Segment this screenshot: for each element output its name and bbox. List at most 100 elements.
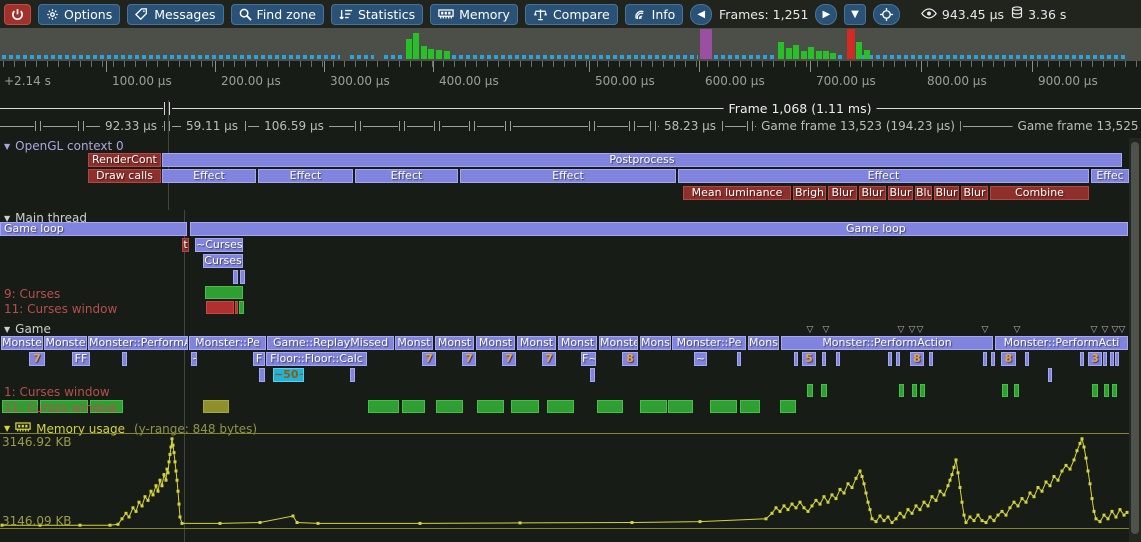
zone-monst[interactable]: Monst bbox=[395, 336, 433, 350]
zone-draw-calls[interactable]: Draw calls bbox=[88, 169, 161, 183]
message-marker-icon[interactable]: ▽ bbox=[1014, 326, 1021, 335]
lock-bar[interactable] bbox=[477, 400, 504, 413]
message-marker-icon[interactable]: ▽ bbox=[1091, 326, 1098, 335]
next-frame-button[interactable]: ▶ bbox=[815, 4, 837, 25]
zone-5[interactable]: 5 bbox=[802, 352, 816, 366]
scrollbar[interactable] bbox=[1129, 138, 1141, 542]
lock-bar[interactable] bbox=[1112, 384, 1117, 397]
lock-bar[interactable] bbox=[40, 400, 88, 413]
zone-3[interactable]: 3 bbox=[1088, 352, 1102, 366]
statistics-button[interactable]: Statistics bbox=[331, 4, 423, 25]
zone-brigh[interactable]: Brigh bbox=[793, 186, 826, 200]
zone-monste[interactable]: Monste bbox=[1, 336, 43, 350]
lock-bar[interactable] bbox=[1014, 384, 1019, 397]
zone-sliver[interactable] bbox=[122, 352, 127, 366]
gpu-section-header[interactable]: ▼ OpenGL context 0 bbox=[4, 139, 124, 153]
zone-curses[interactable]: ~Curses bbox=[195, 238, 243, 252]
message-marker-icon[interactable]: ▽ bbox=[917, 326, 924, 335]
compare-button[interactable]: Compare bbox=[525, 4, 618, 25]
lock-bar[interactable] bbox=[740, 400, 760, 413]
messages-button[interactable]: Messages bbox=[127, 4, 223, 25]
zone-monst[interactable]: Monst bbox=[517, 336, 556, 350]
lock-bar[interactable] bbox=[239, 301, 244, 314]
message-marker-icon[interactable]: ▽ bbox=[1112, 326, 1119, 335]
zone-combine[interactable]: Combine bbox=[990, 186, 1089, 200]
lock-bar[interactable] bbox=[668, 400, 693, 413]
lock-bar[interactable] bbox=[899, 384, 904, 397]
subframe-band[interactable]: 92.33 µs59.11 µs106.59 µs58.23 µsGame fr… bbox=[0, 117, 1141, 136]
message-marker-icon[interactable]: ▽ bbox=[909, 326, 916, 335]
zone-sliver[interactable] bbox=[259, 368, 265, 382]
lock-bar[interactable] bbox=[547, 400, 574, 413]
zone-sliver[interactable] bbox=[822, 352, 826, 366]
zone-[interactable]: ~ bbox=[694, 352, 707, 366]
frame-band[interactable]: Frame 1,068 (1.11 ms) bbox=[0, 100, 1141, 117]
zone-7[interactable]: 7 bbox=[422, 352, 436, 366]
zone-postprocess[interactable]: Postprocess bbox=[162, 153, 1122, 167]
zone-sliver[interactable] bbox=[1025, 352, 1029, 366]
zone-effec[interactable]: Effec bbox=[1091, 169, 1129, 183]
lock-bar[interactable] bbox=[640, 400, 667, 413]
zone-mons[interactable]: Mons bbox=[640, 336, 671, 350]
zone-8[interactable]: 8 bbox=[622, 352, 638, 366]
zone-blur[interactable]: Blur bbox=[915, 186, 932, 200]
zone-mons[interactable]: Mons bbox=[748, 336, 779, 350]
zone-monster-performa[interactable]: Monster::PerformA bbox=[88, 336, 188, 350]
zone-game-replaymissed[interactable]: Game::ReplayMissed bbox=[267, 336, 394, 350]
zone-sliver[interactable] bbox=[1103, 352, 1107, 366]
lock-bar[interactable] bbox=[1092, 384, 1098, 397]
message-marker-icon[interactable]: ▽ bbox=[898, 326, 905, 335]
lock-bar[interactable] bbox=[368, 400, 399, 413]
zone-sliver[interactable] bbox=[1110, 352, 1114, 366]
message-marker-icon[interactable]: ▽ bbox=[1119, 326, 1126, 335]
zone-t[interactable]: t bbox=[182, 238, 189, 252]
lock-bar[interactable] bbox=[402, 400, 425, 413]
zone-sliver[interactable] bbox=[590, 368, 595, 382]
zone-sliver[interactable] bbox=[240, 270, 245, 284]
zone-sliver[interactable] bbox=[794, 352, 798, 366]
lock-bar[interactable] bbox=[912, 384, 917, 397]
zone-rendercont[interactable]: RenderCont bbox=[88, 153, 161, 167]
zone-sliver[interactable] bbox=[888, 352, 892, 366]
zone-7[interactable]: 7 bbox=[462, 352, 476, 366]
memory-plot[interactable] bbox=[0, 432, 1129, 532]
lock-bar[interactable] bbox=[205, 286, 243, 299]
lock-bar[interactable] bbox=[597, 400, 623, 413]
zone-floor-floor-calc[interactable]: Floor::Floor::Calc bbox=[266, 352, 367, 366]
zone-7[interactable]: 7 bbox=[29, 352, 45, 366]
zone-7[interactable]: 7 bbox=[502, 352, 516, 366]
lock-bar[interactable] bbox=[710, 400, 737, 413]
scrollbar-thumb[interactable] bbox=[1131, 142, 1139, 534]
zone-effect[interactable]: Effect bbox=[460, 169, 676, 183]
focus-frame-button[interactable] bbox=[873, 4, 900, 25]
zone-sliver[interactable] bbox=[350, 368, 355, 382]
lock-bar[interactable] bbox=[807, 384, 813, 397]
lock-bar[interactable] bbox=[235, 301, 238, 314]
zone-[interactable]: ~ bbox=[191, 352, 197, 366]
frame-overview[interactable] bbox=[0, 28, 1141, 61]
zone-monst[interactable]: Monst bbox=[476, 336, 515, 350]
zone-game-loop[interactable]: Game loop bbox=[190, 222, 1128, 236]
message-marker-icon[interactable]: ▽ bbox=[1102, 326, 1109, 335]
zone-blur[interactable]: Blur bbox=[888, 186, 913, 200]
zone-f[interactable]: F bbox=[253, 352, 265, 366]
lock-bar[interactable] bbox=[920, 384, 925, 397]
zone-monster-performaction[interactable]: Monster::PerformAction bbox=[781, 336, 993, 350]
lock-bar[interactable] bbox=[1002, 384, 1008, 397]
zone-50[interactable]: ~50~ bbox=[273, 368, 304, 382]
power-button[interactable] bbox=[4, 4, 31, 25]
zone-sliver[interactable] bbox=[1115, 352, 1119, 366]
message-marker-icon[interactable]: ▽ bbox=[982, 326, 989, 335]
zone-effect[interactable]: Effect bbox=[355, 169, 458, 183]
zone-8[interactable]: 8 bbox=[1001, 352, 1016, 366]
zone-sliver[interactable] bbox=[991, 352, 995, 366]
message-marker-icon[interactable]: ▽ bbox=[807, 326, 814, 335]
zone-ff[interactable]: FF bbox=[72, 352, 90, 366]
info-button[interactable]: Info bbox=[625, 4, 684, 25]
lock-bar[interactable] bbox=[2, 400, 38, 413]
zone-game-loop[interactable]: Game loop bbox=[0, 222, 187, 236]
zone-blur[interactable]: Blur bbox=[961, 186, 988, 200]
zone-monst[interactable]: Monst bbox=[435, 336, 474, 350]
zone-blur[interactable]: Blur bbox=[828, 186, 857, 200]
lock-bar[interactable] bbox=[821, 384, 827, 397]
